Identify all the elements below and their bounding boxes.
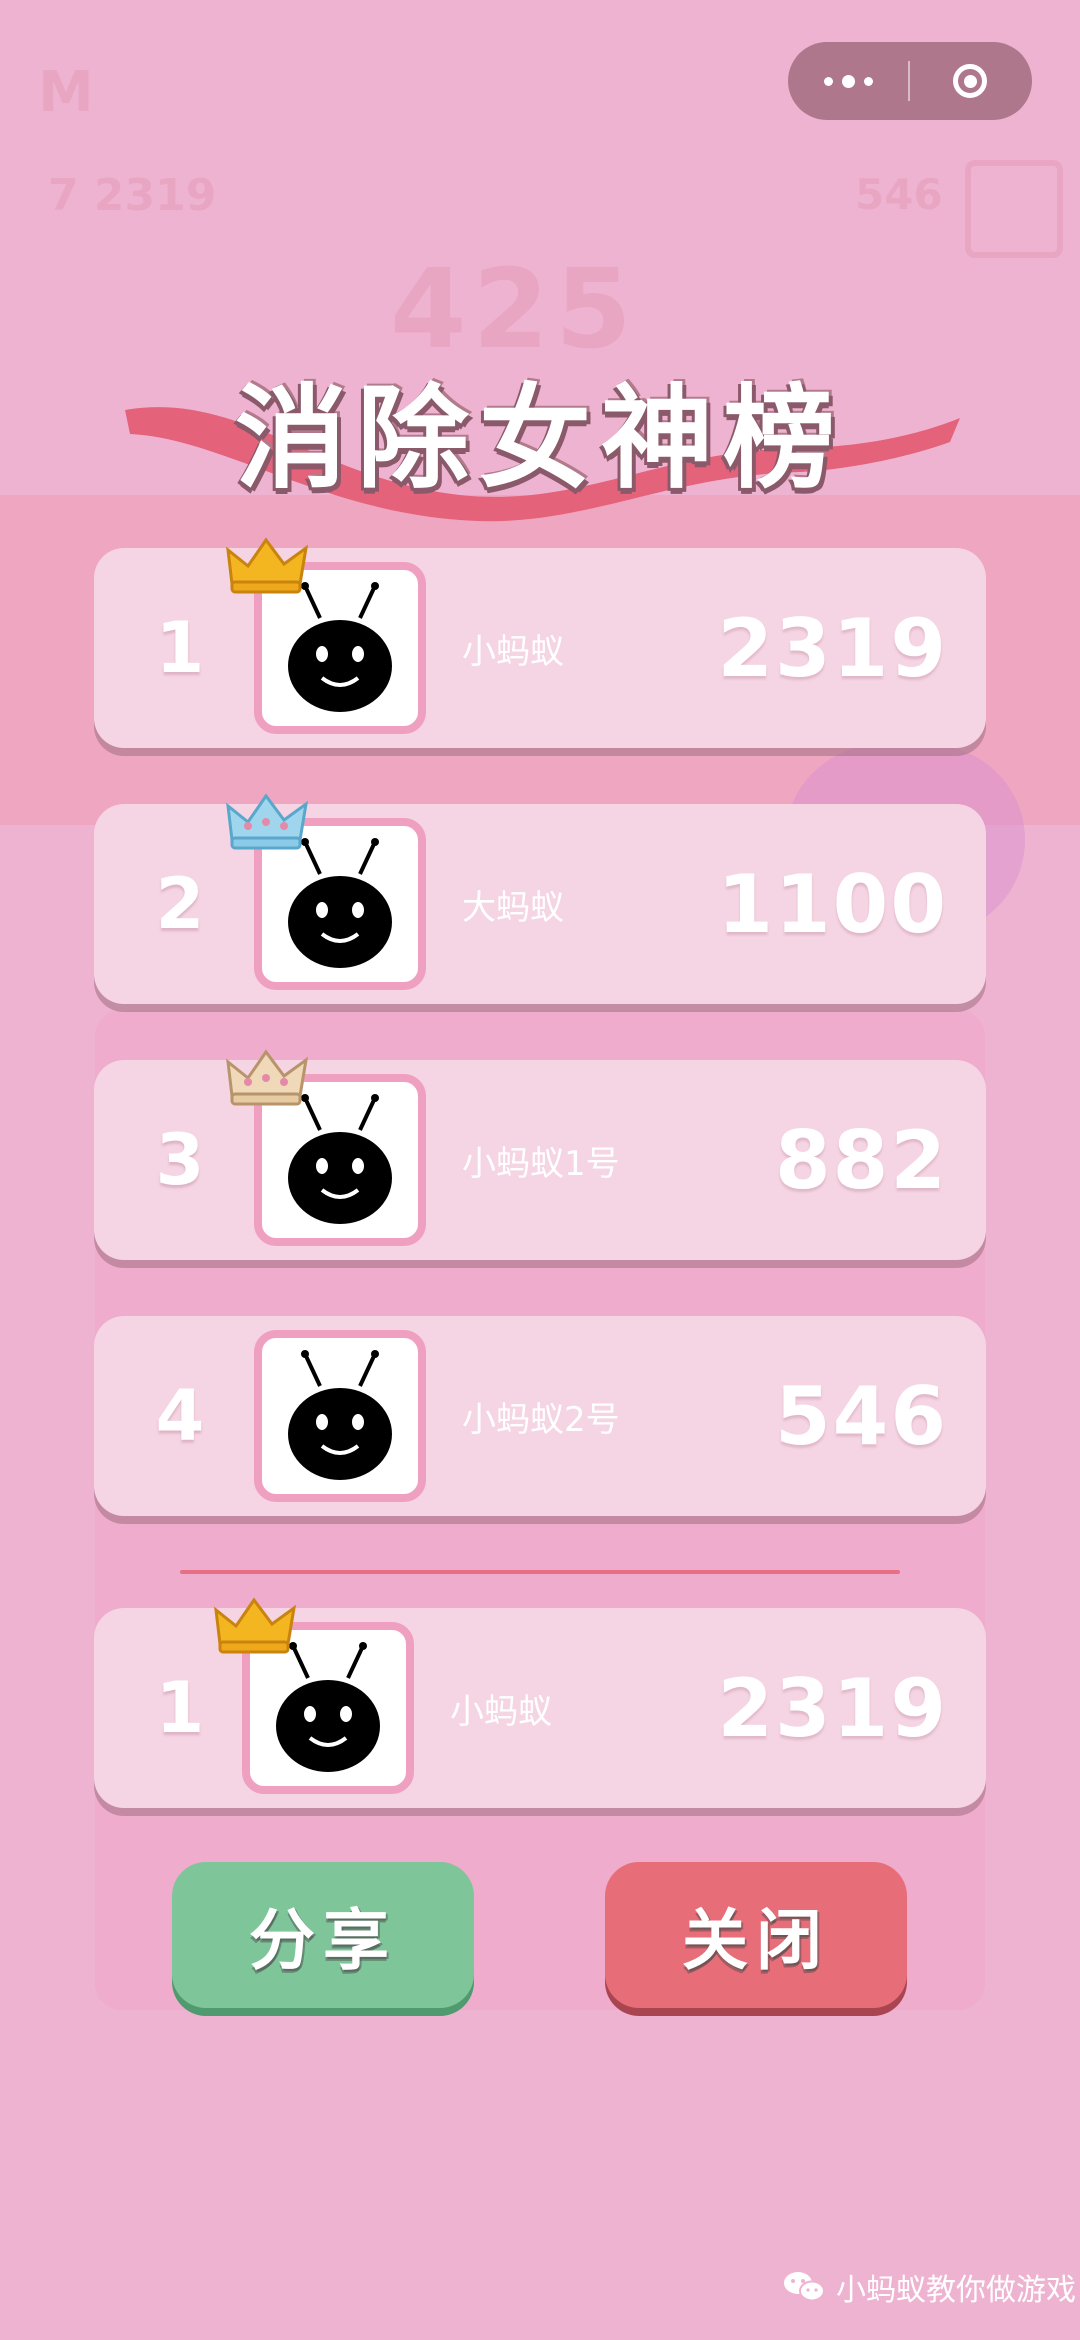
avatar — [254, 1330, 426, 1502]
player-score: 882 — [775, 1113, 948, 1207]
player-name: 大蚂蚁 — [462, 887, 564, 928]
leaderboard-row: 2 大蚂蚁 1100 — [94, 793, 986, 1004]
miniprogram-capsule — [788, 42, 1032, 120]
gold-crown-icon — [226, 537, 308, 594]
rank-number: 1 — [155, 607, 205, 689]
background-opponent-score: 546 — [855, 170, 943, 219]
watermark: 小蚂蚁教你做游戏 — [782, 2262, 1076, 2312]
my-rank-row: 1 小蚂蚁 2319 — [94, 1597, 986, 1808]
player-name: 小蚂蚁2号 — [462, 1399, 620, 1440]
close-button[interactable]: 关闭 — [605, 1862, 907, 2008]
leaderboard-row: 4 小蚂蚁2号 546 — [94, 1316, 986, 1516]
more-options-icon[interactable] — [788, 42, 908, 120]
blue-crown-icon — [226, 793, 308, 850]
ant-avatar-icon — [288, 1350, 392, 1480]
player-score: 1100 — [717, 857, 948, 951]
my-player-name: 小蚂蚁 — [450, 1691, 552, 1732]
section-divider — [180, 1570, 900, 1574]
background-level-label: M — [38, 60, 94, 125]
leaderboard-title-banner: 消除女神榜 — [100, 330, 980, 530]
leaderboard-row: 3 小蚂蚁1号 882 — [94, 1049, 986, 1260]
rank-number: 2 — [155, 863, 205, 945]
rank-number: 3 — [155, 1119, 205, 1201]
background-avatar — [965, 160, 1063, 258]
rank-number: 4 — [155, 1375, 205, 1457]
background-best-score: 7 2319 — [48, 170, 217, 221]
player-name: 小蚂蚁 — [462, 631, 564, 672]
page-title: 消除女神榜 — [235, 374, 845, 504]
player-score: 2319 — [717, 601, 948, 695]
watermark-text: 小蚂蚁教你做游戏 — [836, 2273, 1076, 2308]
leaderboard-row: 1 小蚂蚁 2319 — [94, 537, 986, 748]
my-player-score: 2319 — [717, 1661, 948, 1755]
player-score: 546 — [775, 1369, 948, 1463]
gold-crown-icon — [214, 1597, 296, 1654]
exit-miniprogram-icon[interactable] — [910, 42, 1030, 120]
wechat-icon — [784, 2272, 825, 2302]
player-name: 小蚂蚁1号 — [462, 1143, 620, 1184]
share-button[interactable]: 分享 — [172, 1862, 474, 2008]
bronze-crown-icon — [226, 1049, 308, 1106]
